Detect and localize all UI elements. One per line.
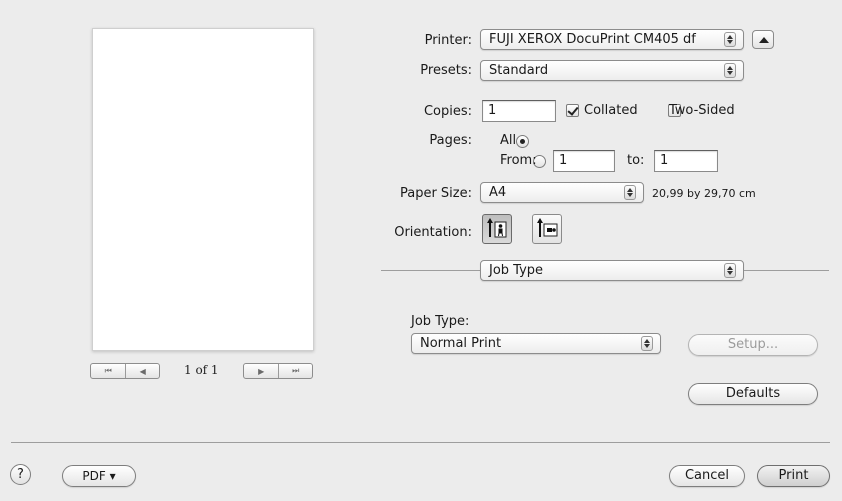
popup-arrows-icon — [641, 336, 653, 351]
paper-dimensions: 20,99 by 29,70 cm — [652, 187, 756, 200]
print-button[interactable]: Print — [757, 465, 830, 487]
first-page-button[interactable]: ⏮ — [91, 364, 125, 378]
setup-button[interactable]: Setup... — [688, 334, 818, 356]
footer-divider — [11, 442, 830, 443]
paper-size-select[interactable]: A4 — [480, 182, 644, 203]
next-page-icon: ▶ — [258, 366, 264, 376]
print-preview-page — [92, 28, 314, 351]
preview-forward-nav: ▶ ⏭ — [243, 363, 313, 379]
last-page-icon: ⏭ — [292, 366, 299, 375]
defaults-button[interactable]: Defaults — [688, 383, 818, 405]
help-icon: ? — [17, 467, 24, 482]
popup-arrows-icon — [724, 263, 736, 278]
settings-section-select[interactable]: Job Type — [480, 260, 744, 281]
presets-label: Presets: — [420, 63, 472, 78]
popup-arrows-icon — [724, 32, 736, 47]
pages-from-field[interactable]: 1 — [553, 150, 615, 172]
job-type-select[interactable]: Normal Print — [411, 333, 661, 354]
popup-arrows-icon — [724, 63, 736, 78]
pages-from-label: From: — [500, 153, 537, 168]
section-divider-left — [381, 270, 480, 271]
two-sided-label: Two-Sided — [669, 103, 735, 118]
copies-label: Copies: — [423, 104, 472, 119]
orientation-portrait-button[interactable] — [482, 214, 512, 244]
printer-value: FUJI XEROX DocuPrint CM405 df — [489, 32, 696, 47]
portrait-orientation-icon — [487, 218, 507, 238]
help-button[interactable]: ? — [10, 464, 31, 485]
job-type-value: Normal Print — [420, 336, 502, 351]
orientation-landscape-button[interactable] — [532, 214, 562, 244]
pdf-menu-button[interactable]: PDF ▾ — [62, 465, 136, 487]
previous-page-button[interactable]: ◀ — [124, 364, 160, 378]
collated-label: Collated — [584, 103, 638, 118]
job-type-label: Job Type: — [411, 314, 470, 329]
orientation-label: Orientation: — [394, 225, 472, 240]
section-value: Job Type — [489, 263, 544, 278]
cancel-button[interactable]: Cancel — [669, 465, 745, 487]
collated-checkbox[interactable] — [566, 104, 579, 117]
last-page-button[interactable]: ⏭ — [277, 364, 313, 378]
pages-to-label: to: — [627, 153, 645, 168]
previous-page-icon: ◀ — [139, 366, 146, 376]
presets-select[interactable]: Standard — [480, 60, 744, 81]
landscape-orientation-icon — [537, 218, 558, 237]
triangle-up-icon — [759, 37, 769, 43]
page-indicator: 1 of 1 — [184, 363, 219, 377]
printer-select[interactable]: FUJI XEROX DocuPrint CM405 df — [480, 29, 744, 50]
collapse-details-button[interactable] — [752, 30, 774, 49]
printer-label: Printer: — [424, 33, 472, 48]
pages-label: Pages: — [429, 133, 472, 148]
first-page-icon: ⏮ — [104, 366, 112, 375]
preview-back-nav: ⏮ ◀ — [90, 363, 160, 379]
pages-all-label: All — [500, 133, 517, 148]
popup-arrows-icon — [624, 185, 636, 200]
next-page-button[interactable]: ▶ — [244, 364, 278, 378]
section-divider-right — [744, 270, 829, 271]
pages-all-radio[interactable] — [516, 135, 530, 148]
presets-value: Standard — [489, 63, 549, 78]
copies-field[interactable]: 1 — [482, 100, 556, 122]
paper-size-label: Paper Size: — [399, 186, 472, 201]
pages-to-field[interactable]: 1 — [654, 150, 718, 172]
paper-size-value: A4 — [489, 185, 507, 200]
